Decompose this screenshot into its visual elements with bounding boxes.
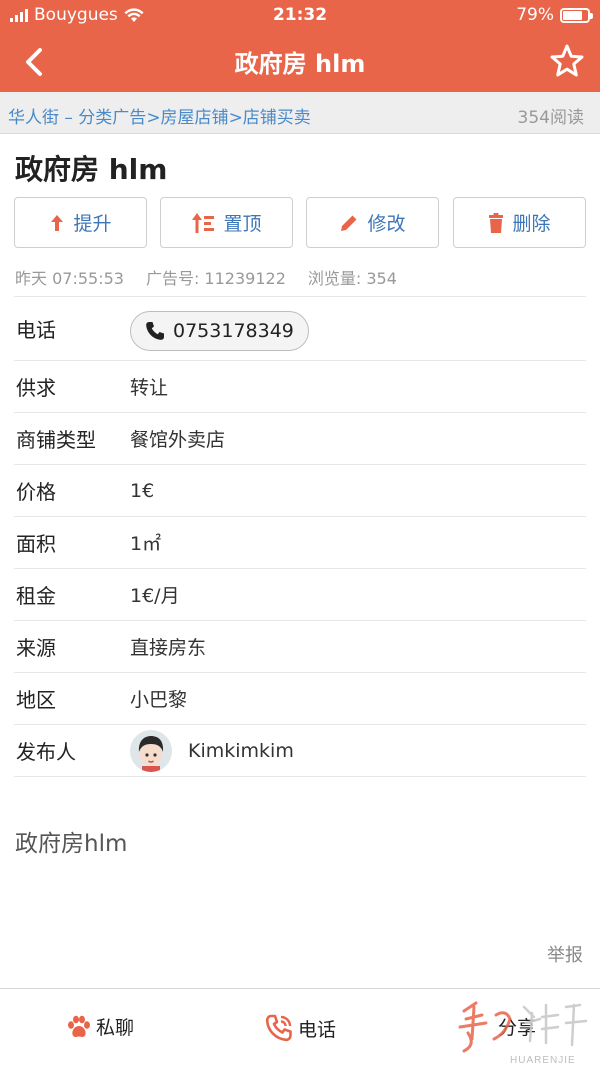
ad-meta: 昨天 07:55:53 广告号: 11239122 浏览量: 354: [15, 265, 397, 289]
breadcrumb-item-home[interactable]: 华人街 – 分类广告: [8, 103, 146, 128]
poster-name[interactable]: Kimkimkim: [188, 740, 294, 762]
detail-row-phone: 电话 0753178349: [14, 297, 586, 361]
status-time: 21:32: [272, 5, 328, 25]
phone-icon: [265, 1014, 292, 1042]
app-header: Bouygues 21:32 79% 政府房 hlm: [0, 0, 600, 92]
edit-label: 修改: [367, 213, 406, 235]
trash-icon: [489, 212, 504, 233]
detail-label: 发布人: [16, 740, 76, 764]
detail-value: 1€: [130, 479, 155, 502]
detail-value: 餐馆外卖店: [130, 429, 226, 451]
detail-row-source: 来源 直接房东: [14, 621, 586, 673]
detail-row-price: 价格 1€: [14, 465, 586, 517]
post-time: 昨天 07:55:53: [15, 269, 124, 288]
user-avatar-icon: [130, 730, 172, 772]
action-buttons: 提升 置顶 修改 删除: [14, 197, 586, 248]
phone-call-button[interactable]: 0753178349: [130, 311, 309, 351]
delete-label: 删除: [512, 213, 551, 235]
detail-label: 租金: [16, 584, 56, 608]
detail-label: 供求: [16, 376, 56, 400]
ad-details: 电话 0753178349 供求 转让 商铺类型 餐馆外卖店 价格 1€ 面积 …: [14, 296, 586, 777]
avatar[interactable]: [130, 730, 172, 772]
star-outline-icon[interactable]: [548, 42, 586, 80]
detail-value: 小巴黎: [130, 689, 188, 711]
detail-row-supply-demand: 供求 转让: [14, 361, 586, 413]
view-count: 浏览量: 354: [307, 269, 397, 288]
call-button[interactable]: 电话: [264, 1013, 336, 1043]
bottom-action-bar: 私聊 电话 分享 HUARENJIE: [0, 988, 600, 1067]
detail-label: 来源: [16, 636, 56, 660]
ad-number: 广告号: 11239122: [145, 269, 286, 288]
battery-percent: 79%: [516, 5, 554, 25]
detail-value: 1㎡: [130, 533, 162, 555]
promote-button[interactable]: 提升: [14, 197, 147, 248]
edit-button[interactable]: 修改: [306, 197, 439, 248]
phone-number: 0753178349: [173, 320, 294, 342]
delete-button[interactable]: 删除: [453, 197, 586, 248]
detail-label: 面积: [16, 532, 56, 556]
huarenjie-watermark-logo: HUARENJIE: [458, 1001, 588, 1066]
ad-description: 政府房hlm: [15, 831, 128, 857]
pin-top-icon: [192, 212, 215, 233]
read-count: 354阅读: [517, 108, 584, 128]
private-chat-label: 私聊: [96, 1017, 135, 1039]
private-chat-button[interactable]: 私聊: [66, 1013, 134, 1040]
detail-label: 商铺类型: [16, 428, 96, 452]
promote-label: 提升: [73, 213, 112, 235]
detail-row-poster: 发布人 Kimkimkim: [14, 725, 586, 777]
ad-title: 政府房 hlm: [15, 153, 168, 186]
detail-row-area: 面积 1㎡: [14, 517, 586, 569]
status-right: 79%: [516, 5, 593, 25]
detail-label: 地区: [16, 688, 56, 712]
detail-label: 电话: [16, 318, 56, 342]
detail-value: 转让: [130, 377, 169, 399]
page-title: 政府房 hlm: [234, 50, 366, 78]
paw-icon: [68, 1015, 90, 1037]
phone-icon: [146, 322, 164, 340]
status-bar: Bouygues 21:32 79%: [0, 0, 600, 30]
detail-label: 价格: [16, 480, 56, 504]
breadcrumb: 华人街 – 分类广告 >房屋店铺 >店铺买卖 354阅读: [0, 92, 600, 134]
detail-value: 1€/月: [130, 585, 180, 607]
breadcrumb-item-shop-trade[interactable]: >店铺买卖: [229, 103, 311, 128]
watermark-text: HUARENJIE: [510, 1055, 576, 1066]
pencil-icon: [341, 215, 357, 231]
arrow-up-icon: [51, 214, 64, 231]
detail-row-rent: 租金 1€/月: [14, 569, 586, 621]
breadcrumb-links: 华人街 – 分类广告 >房屋店铺 >店铺买卖: [8, 103, 311, 128]
detail-row-shop-type: 商铺类型 餐馆外卖店: [14, 413, 586, 465]
battery-icon: [560, 7, 593, 23]
call-label: 电话: [298, 1018, 337, 1041]
report-link[interactable]: 举报: [547, 941, 583, 967]
breadcrumb-item-housing[interactable]: >房屋店铺: [146, 103, 228, 128]
detail-row-region: 地区 小巴黎: [14, 673, 586, 725]
pin-top-button[interactable]: 置顶: [160, 197, 293, 248]
pin-top-label: 置顶: [223, 213, 262, 235]
detail-value: 直接房东: [130, 637, 207, 659]
